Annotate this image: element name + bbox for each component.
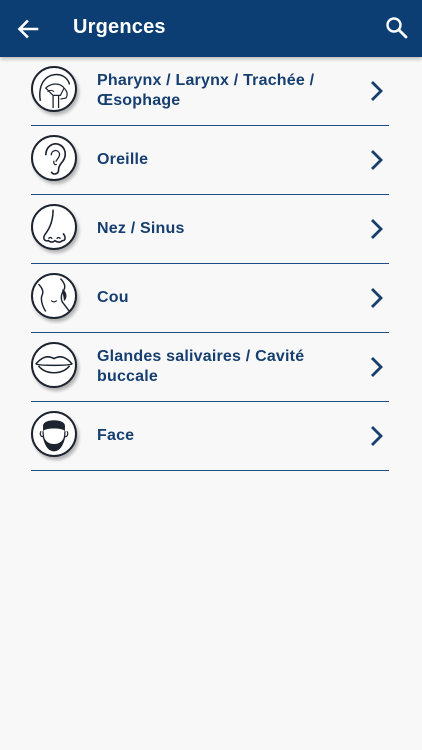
list-item[interactable]: Oreille [31, 126, 389, 195]
list-item-label: Cou [97, 289, 129, 306]
chevron-right-icon [371, 357, 383, 377]
list-item[interactable]: Pharynx / Larynx / Trachée / Œsophage [31, 57, 389, 126]
list-item-label: Face [97, 427, 135, 444]
chevron-right-icon [371, 288, 383, 308]
back-button[interactable] [14, 15, 42, 43]
neck-icon [31, 273, 77, 319]
arrow-left-icon [17, 19, 39, 39]
list-item[interactable]: Face [31, 402, 389, 471]
urgences-list: Pharynx / Larynx / Trachée / Œsophage Or… [31, 57, 389, 471]
chevron-right-icon [371, 426, 383, 446]
list-item-label: Oreille [97, 151, 149, 168]
throat-anatomy-icon [31, 66, 77, 112]
nose-icon [31, 204, 77, 250]
chevron-right-icon [371, 150, 383, 170]
ear-icon [31, 135, 77, 181]
list-item-label: Glandes salivaires / Cavité buccale [97, 348, 305, 385]
face-icon [31, 411, 77, 457]
list-item-label: Nez / Sinus [97, 220, 185, 237]
search-button[interactable] [384, 15, 410, 41]
list-item[interactable]: Glandes salivaires / Cavité buccale [31, 333, 389, 402]
chevron-right-icon [371, 219, 383, 239]
chevron-right-icon [371, 81, 383, 101]
list-item[interactable]: Cou [31, 264, 389, 333]
list-item-label: Pharynx / Larynx / Trachée / Œsophage [97, 72, 315, 109]
page-title: Urgences [73, 16, 166, 38]
app-bar: Urgences [0, 0, 422, 57]
search-icon [386, 17, 408, 39]
list-item[interactable]: Nez / Sinus [31, 195, 389, 264]
mouth-icon [31, 342, 77, 388]
